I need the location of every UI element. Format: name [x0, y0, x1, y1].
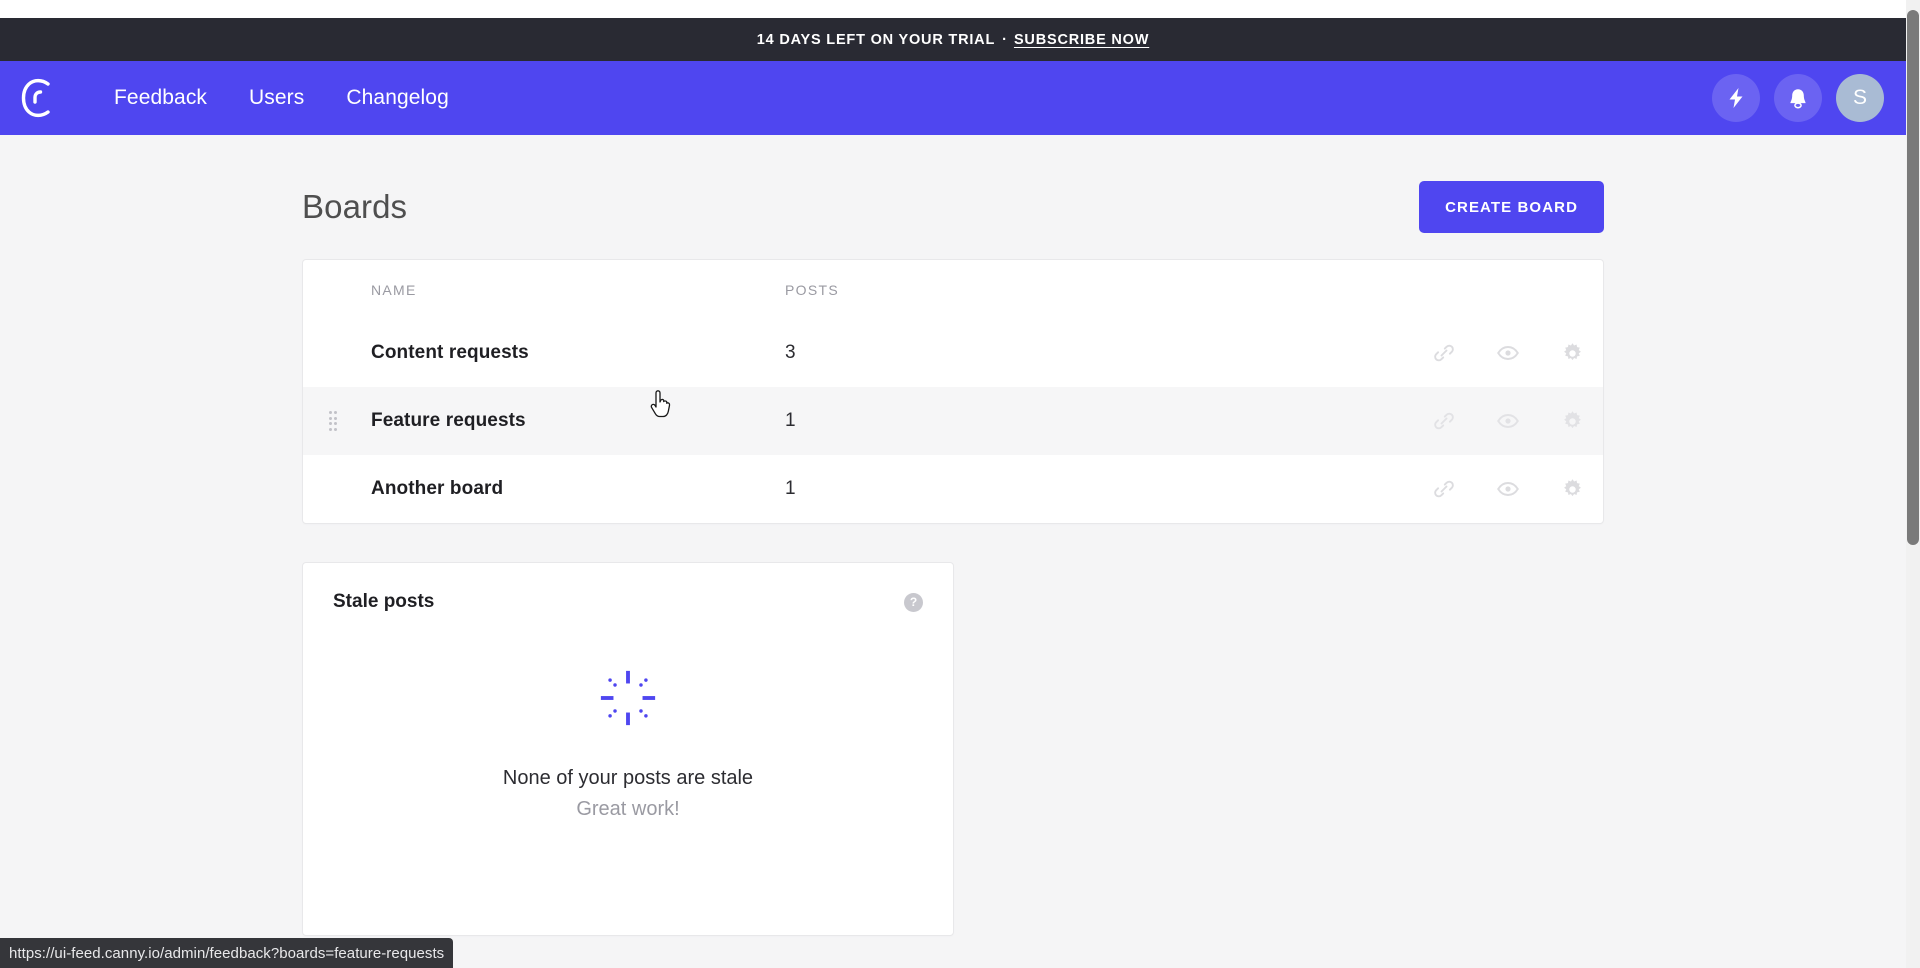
boards-table-card: NAME POSTS Content requests 3 Feature re…	[302, 259, 1604, 524]
page-header: Boards CREATE BOARD	[302, 179, 1604, 235]
drag-handle-dots-icon	[329, 411, 338, 431]
main-content: Boards CREATE BOARD NAME POSTS Content r…	[0, 135, 1906, 968]
nav-link-changelog[interactable]: Changelog	[346, 86, 449, 110]
column-header-name: NAME	[371, 281, 417, 298]
eye-icon[interactable]	[1495, 340, 1521, 366]
gear-icon[interactable]	[1559, 340, 1585, 366]
stale-posts-card: Stale posts ? None of your posts are sta…	[302, 562, 954, 936]
stale-posts-empty-state: None of your posts are stale Great work!	[303, 667, 953, 821]
gear-icon[interactable]	[1559, 408, 1585, 434]
board-name: Content requests	[371, 342, 529, 363]
nav-link-users[interactable]: Users	[249, 86, 304, 110]
boards-table-header: NAME POSTS	[303, 260, 1603, 319]
lightning-bolt-icon	[1729, 88, 1743, 108]
content-container: Boards CREATE BOARD NAME POSTS Content r…	[302, 135, 1604, 936]
row-actions	[1431, 408, 1585, 434]
stale-posts-header: Stale posts ?	[303, 563, 953, 613]
table-row[interactable]: Content requests 3	[303, 319, 1603, 387]
avatar-initial: S	[1852, 86, 1867, 109]
table-row[interactable]: Another board 1	[303, 455, 1603, 523]
stale-posts-title: Stale posts	[333, 591, 435, 612]
link-icon[interactable]	[1431, 408, 1457, 434]
status-bar-url: https://ui-feed.canny.io/admin/feedback?…	[0, 938, 454, 968]
page-scrollbar-thumb[interactable]	[1907, 10, 1919, 545]
nav-link-feedback[interactable]: Feedback	[114, 86, 207, 110]
link-icon[interactable]	[1431, 340, 1457, 366]
nav-links: Feedback Users Changelog	[114, 86, 449, 110]
link-icon[interactable]	[1431, 476, 1457, 502]
board-post-count: 1	[785, 478, 796, 499]
row-actions	[1431, 340, 1585, 366]
stale-empty-subtext: Great work!	[576, 798, 680, 820]
navbar-actions: S	[1712, 74, 1884, 122]
canny-logo[interactable]	[14, 74, 62, 122]
gear-icon[interactable]	[1559, 476, 1585, 502]
top-navbar: Feedback Users Changelog S	[0, 61, 1906, 135]
eye-icon[interactable]	[1495, 408, 1521, 434]
trial-banner-separator: ·	[1002, 31, 1007, 48]
help-icon[interactable]: ?	[904, 592, 923, 612]
lightning-bolt-button[interactable]	[1712, 74, 1760, 122]
stale-empty-heading: None of your posts are stale	[502, 767, 754, 789]
loading-spinner-icon	[600, 670, 656, 726]
column-header-posts: POSTS	[785, 281, 839, 298]
user-avatar[interactable]: S	[1836, 74, 1884, 122]
page-title: Boards	[302, 188, 408, 225]
eye-icon[interactable]	[1495, 476, 1521, 502]
subscribe-now-link[interactable]: SUBSCRIBE NOW	[1014, 32, 1149, 48]
drag-handle[interactable]	[329, 411, 371, 431]
browser-chrome-strip	[0, 0, 1920, 18]
board-post-count: 3	[785, 342, 796, 363]
app-page: 14 DAYS LEFT ON YOUR TRIAL · SUBSCRIBE N…	[0, 0, 1920, 968]
board-name: Another board	[371, 478, 504, 499]
trial-banner-text: 14 DAYS LEFT ON YOUR TRIAL	[756, 31, 996, 48]
canny-logo-icon	[21, 78, 50, 118]
bell-icon	[1790, 88, 1806, 108]
table-row[interactable]: Feature requests 1	[303, 387, 1603, 455]
row-actions	[1431, 476, 1585, 502]
trial-banner: 14 DAYS LEFT ON YOUR TRIAL · SUBSCRIBE N…	[0, 18, 1906, 61]
board-post-count: 1	[785, 410, 796, 431]
notifications-button[interactable]	[1774, 74, 1822, 122]
board-name: Feature requests	[371, 410, 526, 431]
create-board-button[interactable]: CREATE BOARD	[1419, 181, 1604, 233]
